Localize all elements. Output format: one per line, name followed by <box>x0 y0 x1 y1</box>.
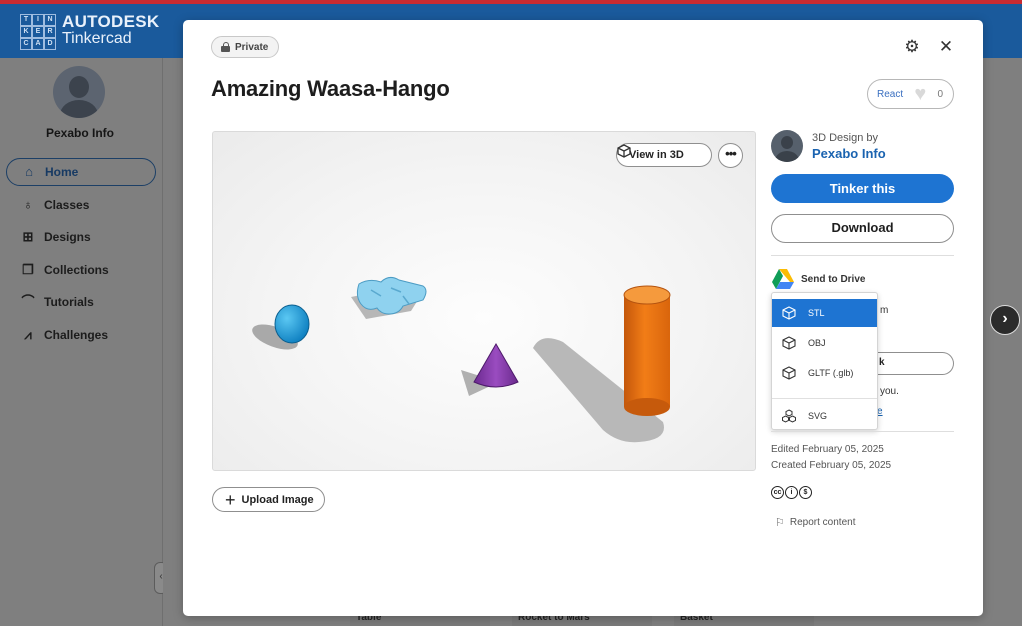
react-label: React <box>877 88 904 100</box>
sidebar-item-label: Challenges <box>44 327 109 342</box>
react-count: 0 <box>937 88 943 100</box>
sidebar-item-label: Designs <box>44 230 91 244</box>
sidebar: Pexabo Info ⌂ Home ♁ Classes ⊞ Designs ❐… <box>0 58 163 626</box>
cube-icon <box>782 366 796 380</box>
cc-nc-icon: $ <box>799 486 812 499</box>
author-name-link[interactable]: Pexabo Info <box>812 146 886 161</box>
cube-icon <box>782 336 796 350</box>
graduation-cap-icon: ⌒ <box>21 294 35 309</box>
report-content-label: Report content <box>789 517 856 528</box>
menu-item-stl[interactable]: STL <box>772 299 877 327</box>
cube-icon <box>782 306 796 320</box>
home-icon: ⌂ <box>25 164 33 179</box>
sidebar-nav: ⌂ Home ♁ Classes ⊞ Designs ❐ Collections… <box>6 158 156 353</box>
hidden-text-fragment: m <box>880 305 889 316</box>
stacked-cubes-icon <box>782 409 796 423</box>
upload-image-label: Upload Image <box>241 493 314 506</box>
heart-icon: ♥ <box>914 83 927 105</box>
upload-image-button[interactable]: + Upload Image <box>212 487 325 512</box>
view-in-3d-label: View in 3D <box>629 149 684 161</box>
sidebar-item-label: Home <box>45 165 79 179</box>
sidebar-item-classes[interactable]: ♁ Classes <box>6 191 156 219</box>
send-to-drive-label: Send to Drive <box>801 273 866 285</box>
view-in-3d-button[interactable]: View in 3D <box>616 143 712 167</box>
sidebar-item-label: Classes <box>44 197 90 212</box>
sidebar-item-label: Tutorials <box>44 295 94 309</box>
menu-item-obj[interactable]: OBJ <box>772 329 877 357</box>
sidebar-item-home[interactable]: ⌂ Home <box>6 158 156 186</box>
hidden-text-fragment: you. <box>880 386 899 397</box>
apple-icon: ♁ <box>23 196 33 212</box>
design-dates: Edited February 05, 2025 Created Februar… <box>771 442 891 474</box>
collections-icon: ❐ <box>22 261 34 277</box>
divider <box>771 255 954 256</box>
divider <box>771 431 954 432</box>
design-preview-image <box>252 276 671 443</box>
menu-item-label: OBJ <box>808 338 826 348</box>
report-content-link[interactable]: ⚐ Report content <box>775 516 855 529</box>
user-avatar[interactable] <box>53 66 105 118</box>
lock-icon <box>221 42 230 52</box>
settings-icon[interactable]: ⚙ <box>903 38 921 56</box>
license-icons[interactable]: cc i $ <box>771 486 812 499</box>
design-detail-modal: Private ⚙ ✕ Amazing Waasa-Hango React ♥ … <box>183 20 983 616</box>
cc-icon: cc <box>771 486 784 499</box>
export-format-menu: STL OBJ GLTF (.glb) SVG <box>771 292 878 430</box>
more-options-button[interactable]: ••• <box>718 143 743 168</box>
menu-item-label: GLTF (.glb) <box>808 368 854 378</box>
flag-icon: ⚐ <box>775 517 785 529</box>
privacy-label: Private <box>235 41 269 53</box>
close-icon[interactable]: ✕ <box>937 38 955 56</box>
sidebar-item-designs[interactable]: ⊞ Designs <box>6 223 156 251</box>
cc-by-icon: i <box>785 486 798 499</box>
design-title: Amazing Waasa-Hango <box>211 76 450 101</box>
created-date: Created February 05, 2025 <box>771 460 892 471</box>
edited-date: Edited February 05, 2025 <box>771 444 884 455</box>
google-drive-icon <box>772 269 794 289</box>
menu-item-label: SVG <box>808 411 828 421</box>
sidebar-item-tutorials[interactable]: ⌒ Tutorials <box>6 288 156 316</box>
send-to-drive[interactable]: Send to Drive <box>771 268 865 290</box>
tinkercad-logo[interactable]: T I N K E R C A D <box>20 14 56 50</box>
brand-name: AUTODESK Tinkercad <box>62 12 160 47</box>
sidebar-item-challenges[interactable]: ⩘ Challenges <box>6 321 156 349</box>
react-button[interactable]: React ♥ 0 <box>867 79 954 109</box>
menu-item-label: STL <box>808 308 825 318</box>
sidebar-user-name: Pexabo Info <box>45 126 114 140</box>
next-design-button[interactable]: › <box>990 305 1020 335</box>
menu-divider <box>772 398 877 399</box>
chart-icon: ⩘ <box>24 326 32 342</box>
menu-item-gltf[interactable]: GLTF (.glb) <box>772 359 877 387</box>
sidebar-item-collections[interactable]: ❐ Collections <box>6 256 156 284</box>
author-prefix: 3D Design by <box>812 131 879 144</box>
privacy-badge[interactable]: Private <box>211 36 280 58</box>
author-info: 3D Design by Pexabo Info <box>771 130 886 162</box>
menu-item-svg[interactable]: SVG <box>772 402 877 430</box>
modal-actions: ⚙ ✕ <box>903 38 955 56</box>
cube-icon <box>617 144 631 158</box>
tinker-this-button[interactable]: Tinker this <box>771 174 954 203</box>
grid-icon: ⊞ <box>22 229 34 244</box>
plus-icon: + <box>225 489 236 510</box>
download-button[interactable]: Download <box>771 214 954 243</box>
design-preview[interactable]: View in 3D ••• <box>212 131 756 471</box>
sidebar-item-label: Collections <box>44 262 109 277</box>
author-avatar[interactable] <box>771 130 803 162</box>
